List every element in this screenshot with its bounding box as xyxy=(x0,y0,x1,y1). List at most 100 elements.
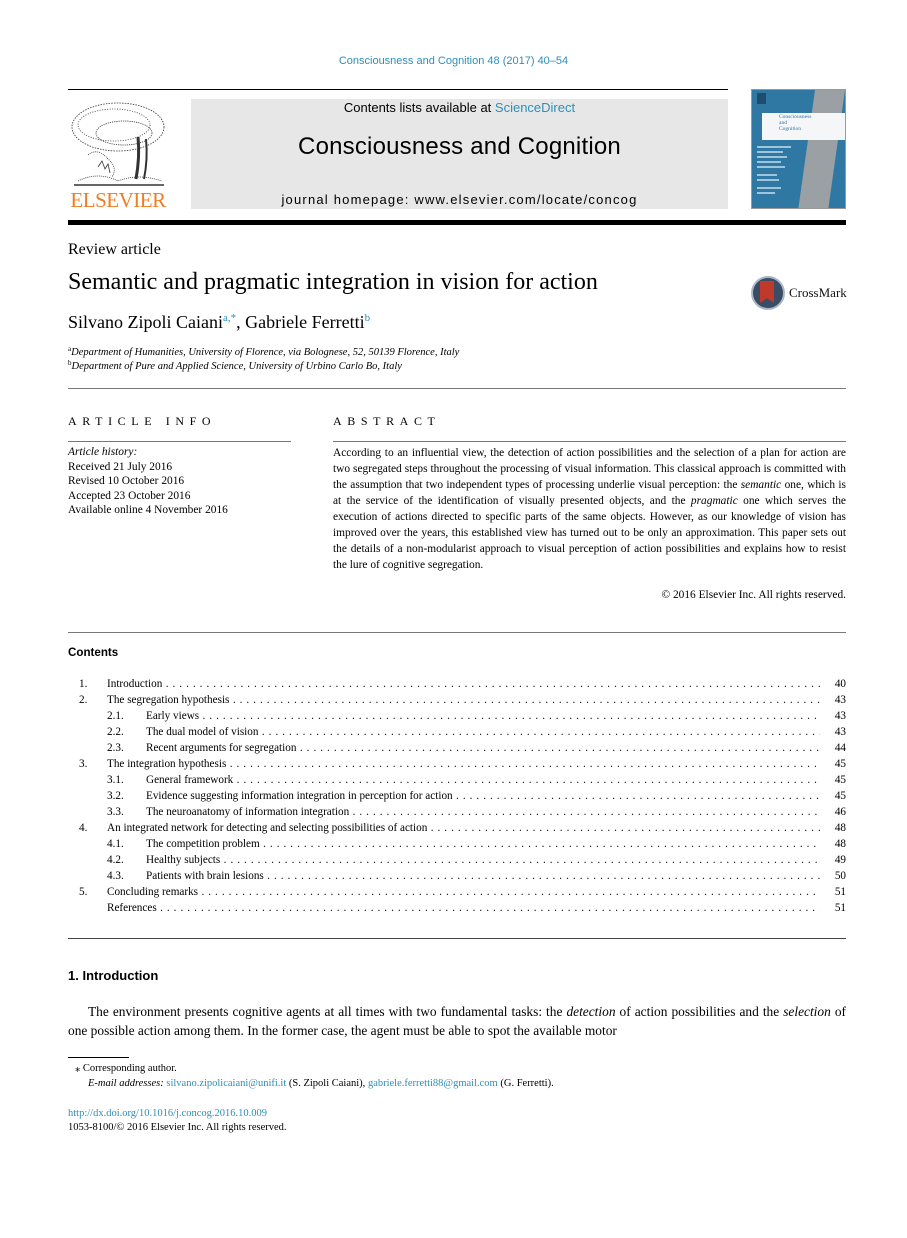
email-label: E-mail addresses: xyxy=(88,1078,164,1089)
header-rule xyxy=(68,89,728,90)
toc-entry[interactable]: 4.1. The competition problem 48 xyxy=(68,836,846,852)
article-title: Semantic and pragmatic integration in vi… xyxy=(68,269,598,295)
toc-entry[interactable]: 4.3. Patients with brain lesions 50 xyxy=(68,868,846,884)
divider xyxy=(333,441,846,442)
toc-entry[interactable]: 2.3. Recent arguments for segregation 44 xyxy=(68,740,846,756)
email-link[interactable]: silvano.zipolicaiani@unifi.it xyxy=(166,1078,286,1089)
header-thick-rule xyxy=(68,220,846,225)
toc-entry-page[interactable]: 50 xyxy=(826,868,846,884)
toc-entry-page[interactable]: 48 xyxy=(826,836,846,852)
toc-entry-page[interactable]: 46 xyxy=(826,804,846,820)
issn-copyright: 1053-8100/© 2016 Elsevier Inc. All right… xyxy=(68,1122,287,1133)
toc-entry-title[interactable]: The segregation hypothesis xyxy=(107,692,820,708)
author-name: Gabriele Ferretti xyxy=(245,312,365,332)
toc-entry[interactable]: 4. An integrated network for detecting an… xyxy=(68,820,846,836)
history-online: Available online 4 November 2016 xyxy=(68,504,228,517)
sciencedirect-link[interactable]: ScienceDirect xyxy=(495,100,575,115)
toc-entry-title[interactable]: The dual model of vision xyxy=(146,724,820,740)
toc-entry-title[interactable]: Recent arguments for segregation xyxy=(146,740,820,756)
toc-entry[interactable]: 3. The integration hypothesis 45 xyxy=(68,756,846,772)
affiliation-text: Department of Pure and Applied Science, … xyxy=(71,361,402,372)
affiliation: bDepartment of Pure and Applied Science,… xyxy=(68,359,402,372)
journal-name: Consciousness and Cognition xyxy=(298,133,621,160)
divider xyxy=(68,938,846,939)
toc-entry-number: 2.3. xyxy=(107,742,124,754)
footnote-text: Corresponding author. xyxy=(82,1063,177,1074)
toc-entry-title[interactable]: The neuroanatomy of information integrat… xyxy=(146,804,820,820)
toc-entry[interactable]: References 51 xyxy=(68,900,846,916)
cover-title: Consciousness and Cognition xyxy=(779,114,811,132)
toc-entry-page[interactable]: 43 xyxy=(826,692,846,708)
cover-text-line xyxy=(757,156,787,158)
toc-entry-title[interactable]: Patients with brain lesions xyxy=(146,868,820,884)
toc-entry-title[interactable]: Concluding remarks xyxy=(107,884,820,900)
cover-text-line xyxy=(757,187,781,189)
email-owner: (G. Ferretti). xyxy=(497,1078,554,1089)
toc-entry-number: 2.1. xyxy=(107,710,124,722)
cover-text-line xyxy=(757,161,781,163)
toc-entry-title[interactable]: Introduction xyxy=(107,676,820,692)
toc-entry-number: 4.3. xyxy=(107,870,124,882)
toc-entry-title[interactable]: Early views xyxy=(146,708,820,724)
author-affiliation-link[interactable]: a,* xyxy=(223,312,236,324)
toc-entry-number: 3.1. xyxy=(107,774,124,786)
toc-entry-title[interactable]: Healthy subjects xyxy=(146,852,820,868)
toc-entry[interactable]: 2. The segregation hypothesis 43 xyxy=(68,692,846,708)
toc-entry-title[interactable]: The integration hypothesis xyxy=(107,756,820,772)
article-type: Review article xyxy=(68,241,161,258)
history-accepted: Accepted 23 October 2016 xyxy=(68,489,191,502)
toc-entry-title[interactable]: References xyxy=(107,900,820,916)
cover-logo xyxy=(757,93,766,104)
cover-text-line xyxy=(757,146,791,148)
toc-entry[interactable]: 5. Concluding remarks 51 xyxy=(68,884,846,900)
toc-entry[interactable]: 3.3. The neuroanatomy of information inte… xyxy=(68,804,846,820)
abstract-heading: ABSTRACT xyxy=(333,414,441,428)
toc-entry-page[interactable]: 45 xyxy=(826,788,846,804)
divider xyxy=(68,441,291,442)
toc-entry-number: 5. xyxy=(79,886,88,898)
toc-entry[interactable]: 4.2. Healthy subjects 49 xyxy=(68,852,846,868)
author-affiliation-link[interactable]: b xyxy=(365,312,371,324)
toc-entry-page[interactable]: 43 xyxy=(826,708,846,724)
abstract-emphasis: pragmatic xyxy=(690,495,738,507)
toc-entry[interactable]: 3.2. Evidence suggesting information inte… xyxy=(68,788,846,804)
toc-entry-page[interactable]: 43 xyxy=(826,724,846,740)
cover-text-line xyxy=(757,166,785,168)
doi-link[interactable]: http://dx.doi.org/10.1016/j.concog.2016.… xyxy=(68,1108,267,1119)
contents-prefix: Contents lists available at xyxy=(343,100,495,115)
toc-entry-page[interactable]: 48 xyxy=(826,820,846,836)
email-link[interactable]: gabriele.ferretti88@gmail.com xyxy=(368,1078,498,1089)
toc-entry[interactable]: 3.1. General framework 45 xyxy=(68,772,846,788)
toc-entry-page[interactable]: 40 xyxy=(826,676,846,692)
divider xyxy=(68,632,846,633)
footnote-marker: ⁎ xyxy=(75,1063,81,1074)
paragraph-segment: The environment presents cognitive agent… xyxy=(88,1004,567,1019)
crossmark-button[interactable]: CrossMark xyxy=(751,276,851,310)
toc-entry-page[interactable]: 44 xyxy=(826,740,846,756)
toc-entry[interactable]: 1. Introduction 40 xyxy=(68,676,846,692)
toc-entry-number: 1. xyxy=(79,678,88,690)
elsevier-wordmark: ELSEVIER xyxy=(70,188,166,212)
journal-reference[interactable]: Consciousness and Cognition 48 (2017) 40… xyxy=(0,55,907,67)
toc-entry[interactable]: 2.2. The dual model of vision 43 xyxy=(68,724,846,740)
toc-entry-page[interactable]: 49 xyxy=(826,852,846,868)
journal-homepage[interactable]: journal homepage: www.elsevier.com/locat… xyxy=(191,192,728,207)
toc-entry-title[interactable]: General framework xyxy=(146,772,820,788)
footnote-rule xyxy=(68,1057,129,1058)
journal-cover-image: Consciousness and Cognition xyxy=(751,89,846,209)
toc-entry-title[interactable]: Evidence suggesting information integrat… xyxy=(146,788,820,804)
toc-entry-number: 4. xyxy=(79,822,88,834)
abstract-emphasis: semantic xyxy=(740,479,782,491)
author-separator: , xyxy=(236,312,246,332)
toc-entry-number: 2.2. xyxy=(107,726,124,738)
toc-entry-number: 2. xyxy=(79,694,88,706)
toc-entry[interactable]: 2.1. Early views 43 xyxy=(68,708,846,724)
toc-entry-page[interactable]: 45 xyxy=(826,756,846,772)
cover-title-line: Cognition xyxy=(779,126,802,132)
toc-entry-page[interactable]: 45 xyxy=(826,772,846,788)
toc-entry-title[interactable]: The competition problem xyxy=(146,836,820,852)
toc-entry-page[interactable]: 51 xyxy=(826,900,846,916)
cover-grey-band xyxy=(798,90,845,208)
toc-entry-page[interactable]: 51 xyxy=(826,884,846,900)
toc-entry-title[interactable]: An integrated network for detecting and … xyxy=(107,820,820,836)
